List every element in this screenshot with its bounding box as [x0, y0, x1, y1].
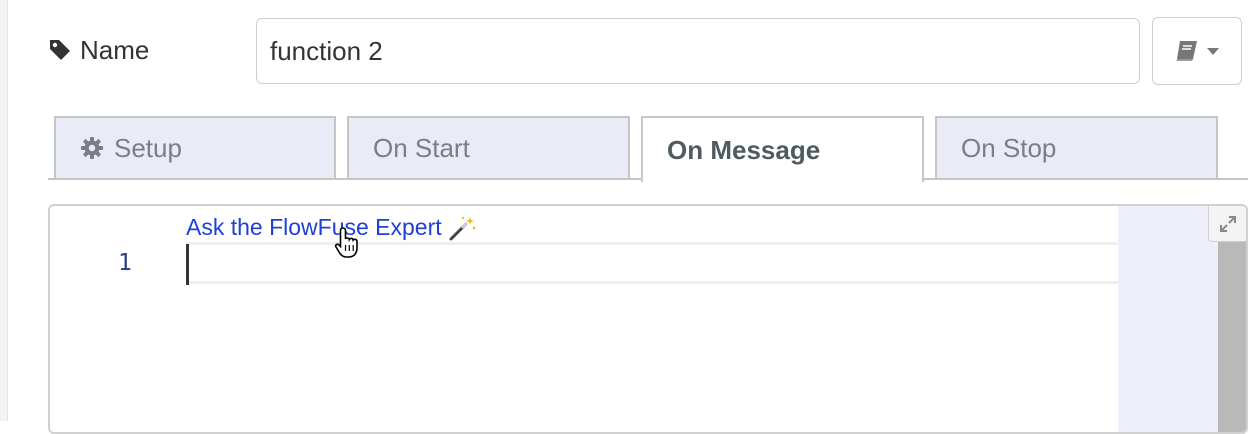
- tab-on-start-label: On Start: [373, 132, 470, 163]
- caret-down-icon: [1207, 48, 1219, 55]
- name-input[interactable]: [256, 18, 1140, 84]
- panel-left-border: [0, 0, 8, 421]
- library-button[interactable]: [1152, 17, 1242, 85]
- tag-icon: [50, 40, 70, 60]
- editor-minimap[interactable]: [1118, 206, 1218, 432]
- magic-wand-icon: [449, 216, 475, 240]
- expand-icon: [1220, 215, 1236, 232]
- tab-setup[interactable]: Setup: [54, 116, 336, 178]
- tab-on-start[interactable]: On Start: [347, 116, 630, 178]
- book-icon: [1176, 41, 1197, 61]
- tab-on-message[interactable]: On Message: [641, 116, 924, 182]
- current-line-highlight: [186, 242, 1118, 284]
- tab-on-stop[interactable]: On Stop: [935, 116, 1218, 178]
- tab-setup-label: Setup: [114, 132, 182, 163]
- tab-on-stop-label: On Stop: [961, 132, 1057, 163]
- expand-editor-button[interactable]: [1208, 206, 1246, 242]
- name-label-text: Name: [80, 34, 150, 65]
- ask-expert-link[interactable]: Ask the FlowFuse Expert: [186, 214, 476, 241]
- text-cursor: [186, 244, 189, 285]
- code-editor[interactable]: Ask the FlowFuse Expert 1: [48, 204, 1248, 434]
- gear-icon: [81, 137, 103, 159]
- ask-expert-link-text: Ask the FlowFuse Expert: [186, 214, 442, 240]
- line-number: 1: [118, 250, 132, 276]
- tab-on-message-label: On Message: [667, 134, 821, 165]
- name-label: Name: [48, 34, 149, 66]
- hand-pointer-icon: [334, 227, 358, 258]
